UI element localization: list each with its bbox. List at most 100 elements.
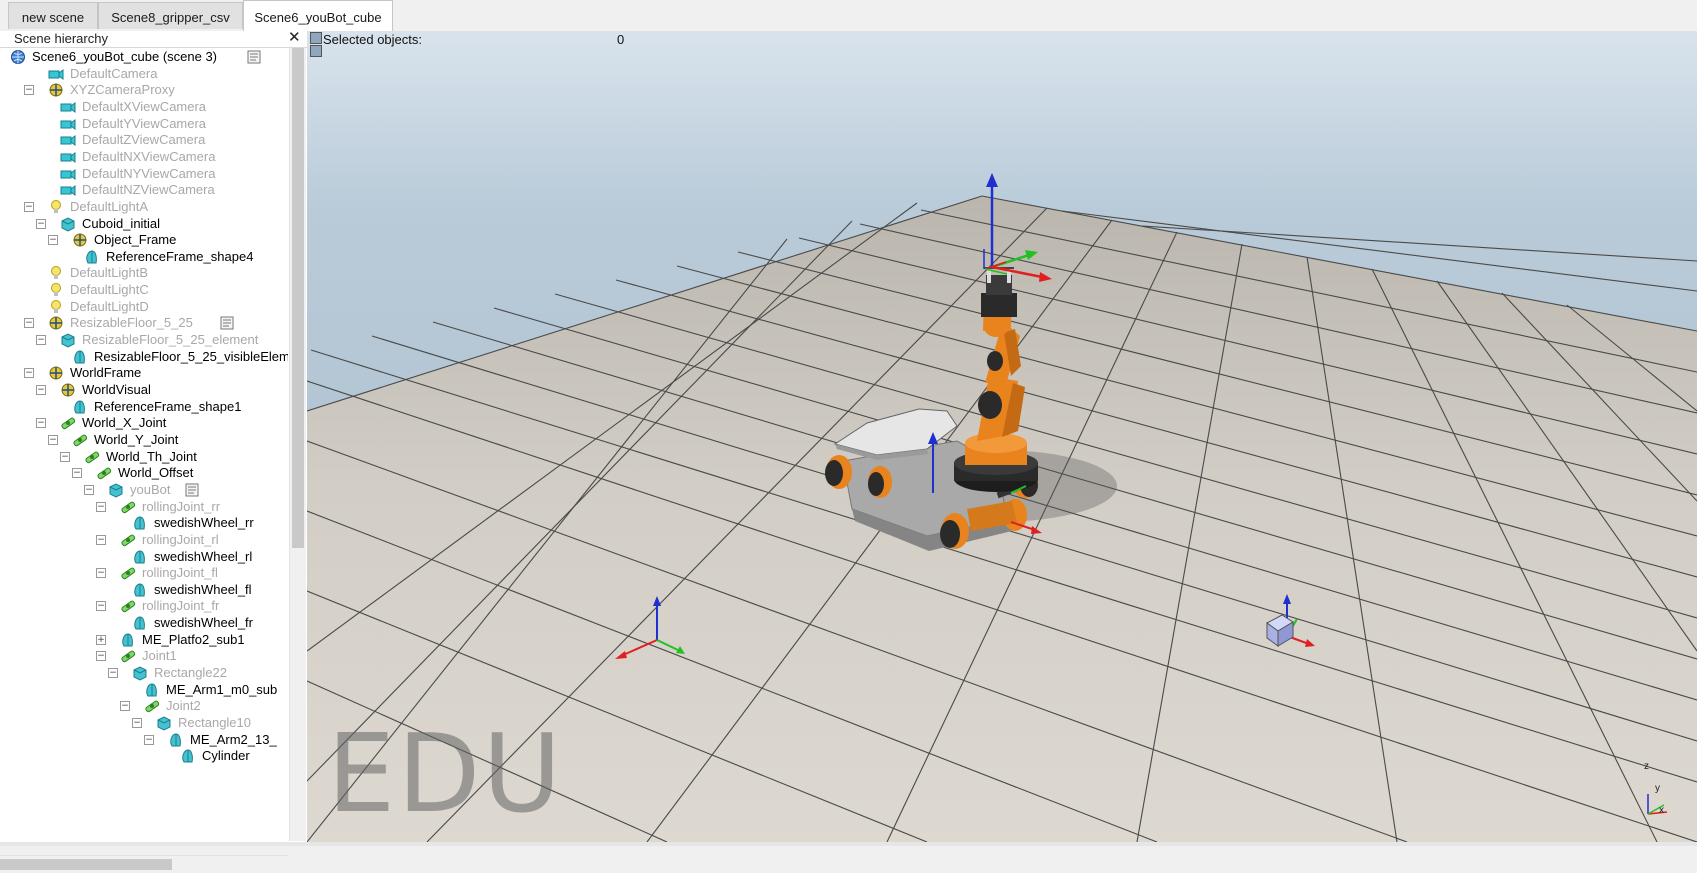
tree-item[interactable]: − World_Offset: [0, 464, 288, 482]
expand-icon[interactable]: +: [96, 634, 106, 645]
tree-item[interactable]: Cylinder: [0, 747, 288, 765]
tree-item[interactable]: − World_Th_Joint: [0, 448, 288, 466]
tree-item[interactable]: − ResizableFloor_5_25: [0, 314, 288, 332]
script-icon[interactable]: [246, 49, 262, 65]
camera-icon: [60, 166, 76, 182]
axis-x-label: x: [1659, 805, 1664, 816]
collapse-icon[interactable]: −: [48, 434, 58, 445]
tree-item-label: DefaultZViewCamera: [82, 132, 206, 148]
selected-objects-label: Selected objects:: [323, 32, 423, 47]
tree-item[interactable]: − rollingJoint_rr: [0, 498, 288, 516]
script-icon[interactable]: [184, 482, 200, 498]
collapse-icon[interactable]: −: [24, 85, 34, 96]
tree-item[interactable]: − XYZCameraProxy: [0, 81, 288, 99]
scene-hierarchy-panel: Scene hierarchy ✕ Scene6_youBot_cube (sc…: [0, 30, 308, 873]
tab-scene8-gripper-csv[interactable]: Scene8_gripper_csv: [98, 2, 243, 29]
tree-item[interactable]: − World_X_Joint: [0, 414, 288, 432]
tree-item[interactable]: DefaultLightB: [0, 264, 288, 282]
tree-item[interactable]: − ResizableFloor_5_25_element: [0, 331, 288, 349]
tree-item[interactable]: − rollingJoint_fl: [0, 564, 288, 582]
tree-item[interactable]: − Rectangle22: [0, 664, 288, 682]
camera-icon: [60, 116, 76, 132]
tree-item[interactable]: DefaultNZViewCamera: [0, 181, 288, 199]
collapse-icon[interactable]: −: [60, 451, 70, 462]
tree-item[interactable]: ResizableFloor_5_25_visibleElement: [0, 348, 288, 366]
collapse-icon[interactable]: −: [96, 534, 106, 545]
mesh-icon: [168, 732, 184, 748]
tree-item-label: DefaultXViewCamera: [82, 98, 207, 114]
tree-item[interactable]: DefaultLightC: [0, 281, 288, 299]
tree-item[interactable]: − Object_Frame: [0, 231, 288, 249]
tree-item[interactable]: ReferenceFrame_shape1: [0, 398, 288, 416]
close-icon[interactable]: ✕: [288, 30, 301, 46]
tree-item[interactable]: − World_Y_Joint: [0, 431, 288, 449]
tree-item[interactable]: ME_Arm1_m0_sub: [0, 681, 288, 699]
vertical-scrollbar[interactable]: [289, 48, 306, 841]
scrollbar-thumb[interactable]: [292, 48, 304, 548]
tree-item[interactable]: DefaultXViewCamera: [0, 98, 288, 116]
collapse-icon[interactable]: −: [72, 468, 82, 479]
scene-hierarchy-header: Scene hierarchy ✕: [0, 30, 307, 48]
tree-item[interactable]: swedishWheel_fl: [0, 581, 288, 599]
collapse-icon[interactable]: −: [120, 701, 130, 712]
tree-item[interactable]: Scene6_youBot_cube (scene 3): [0, 48, 288, 66]
tree-item[interactable]: − rollingJoint_rl: [0, 531, 288, 549]
shape-icon: [156, 715, 172, 731]
joint-icon: [84, 449, 100, 465]
tree-item[interactable]: − rollingJoint_fr: [0, 597, 288, 615]
viewport-toggle-button-2[interactable]: [310, 45, 322, 57]
tree-item[interactable]: − WorldFrame: [0, 364, 288, 382]
tree-item[interactable]: swedishWheel_rr: [0, 514, 288, 532]
joint-icon: [120, 565, 136, 581]
collapse-icon[interactable]: −: [96, 501, 106, 512]
collapse-icon[interactable]: −: [108, 668, 118, 679]
tree-item[interactable]: ReferenceFrame_shape4: [0, 248, 288, 266]
3d-viewport[interactable]: z y x Selected objects: 0 EDU: [307, 31, 1697, 842]
tree-item[interactable]: swedishWheel_fr: [0, 614, 288, 632]
tree-item[interactable]: DefaultYViewCamera: [0, 115, 288, 133]
tree-item-label: Cuboid_initial: [82, 215, 161, 231]
collapse-icon[interactable]: −: [48, 235, 58, 246]
tab-scene6-youbot-cube[interactable]: Scene6_youBot_cube: [243, 0, 393, 31]
tree-item[interactable]: − Joint1: [0, 647, 288, 665]
collapse-icon[interactable]: −: [96, 601, 106, 612]
script-icon[interactable]: [219, 315, 235, 331]
tree-item[interactable]: − youBot: [0, 481, 288, 499]
scene-hierarchy-tree[interactable]: Scene6_youBot_cube (scene 3) DefaultCamer…: [0, 48, 288, 841]
tree-item[interactable]: − WorldVisual: [0, 381, 288, 399]
tree-item-label: swedishWheel_rl: [154, 548, 253, 564]
tree-item[interactable]: − Rectangle10: [0, 714, 288, 732]
collapse-icon[interactable]: −: [36, 335, 46, 346]
tree-item[interactable]: swedishWheel_rl: [0, 548, 288, 566]
collapse-icon[interactable]: −: [36, 385, 46, 395]
tree-item[interactable]: − Cuboid_initial: [0, 215, 288, 233]
collapse-icon[interactable]: −: [36, 218, 46, 229]
tree-item[interactable]: DefaultNXViewCamera: [0, 148, 288, 166]
collapse-icon[interactable]: −: [24, 368, 34, 379]
tree-item[interactable]: DefaultLightD: [0, 298, 288, 316]
viewport-toggle-button-1[interactable]: [310, 32, 322, 44]
scrollbar-thumb[interactable]: [0, 859, 172, 870]
tree-item[interactable]: DefaultNYViewCamera: [0, 165, 288, 183]
joint-icon: [144, 698, 160, 714]
collapse-icon[interactable]: −: [36, 418, 46, 429]
horizontal-scrollbar[interactable]: [0, 855, 288, 873]
collapse-icon[interactable]: −: [96, 568, 106, 579]
tree-item[interactable]: − ME_Arm2_13_: [0, 731, 288, 749]
collapse-icon[interactable]: −: [24, 318, 34, 329]
collapse-icon[interactable]: −: [24, 201, 34, 212]
dummy-icon: [48, 82, 64, 98]
tree-item[interactable]: − DefaultLightA: [0, 198, 288, 216]
shape-icon: [108, 482, 124, 498]
collapse-icon[interactable]: −: [96, 651, 106, 662]
mesh-icon: [144, 682, 160, 698]
collapse-icon[interactable]: −: [132, 718, 142, 728]
tree-item[interactable]: − Joint2: [0, 697, 288, 715]
tree-item[interactable]: DefaultZViewCamera: [0, 131, 288, 149]
tree-item[interactable]: + ME_Platfo2_sub1: [0, 631, 288, 649]
collapse-icon[interactable]: −: [84, 484, 94, 495]
tree-item-label: World_Offset: [118, 465, 194, 481]
tree-item[interactable]: DefaultCamera: [0, 65, 288, 83]
tab-new-scene[interactable]: new scene: [8, 2, 98, 29]
collapse-icon[interactable]: −: [144, 734, 154, 745]
